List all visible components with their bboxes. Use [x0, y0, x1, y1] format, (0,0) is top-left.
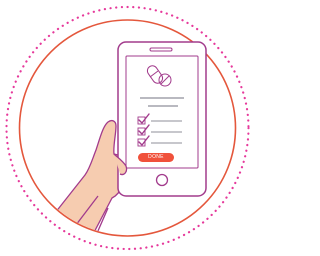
phone-screen	[125, 55, 199, 169]
illustration: DONE	[0, 0, 255, 256]
done-button[interactable]: DONE	[138, 153, 174, 162]
illustration-svg	[5, 5, 250, 251]
